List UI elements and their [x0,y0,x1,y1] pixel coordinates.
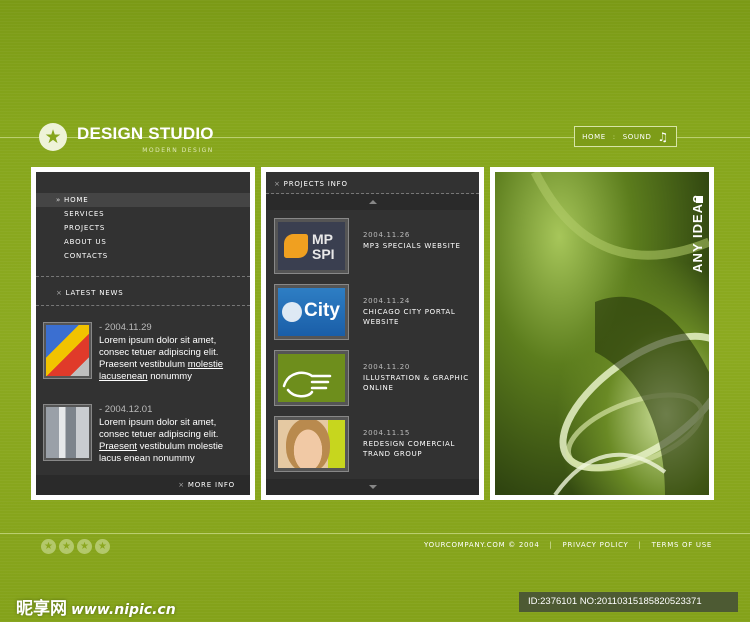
star-icon: ★ [95,539,110,554]
close-icon: × [178,481,185,489]
close-icon: × [56,289,63,297]
hand-illustration-icon [282,371,332,398]
city-logo-icon [282,302,302,322]
news-date: - 2004.11.29 [99,322,152,333]
menu-item-label: CONTACTS [64,252,109,260]
project-title: REDESIGN COMERCIAL TRAND GROUP [363,440,456,458]
project-item[interactable]: City 2004.11.24 CHICAGO CITY PORTAL WEBS… [274,284,473,342]
top-nav-home-link[interactable]: HOME [582,133,606,141]
top-nav: HOME : SOUND ♫ [574,126,677,147]
footer-separator: | [638,541,642,549]
hero-artwork [495,172,709,495]
top-nav-separator: : [612,132,616,141]
project-item[interactable]: MP SPI 2004.11.26 MP3 SPECIALS WEBSITE [274,218,473,276]
news-date: - 2004.12.01 [99,404,153,415]
arrow-right-icon: » [56,196,62,204]
project-thumbnail[interactable] [274,350,349,406]
more-info-label: MORE INFO [187,481,235,489]
hero-panel: ANY IDEA? [490,167,714,500]
star-icon: ★ [39,123,67,151]
rating-stars: ★ ★ ★ ★ [41,539,110,554]
divider [36,305,250,306]
menu-item-label: ABOUT US [64,238,107,246]
star-icon: ★ [77,539,92,554]
navigation-panel: » HOME SERVICES PROJECTS ABOUT US CONTAC… [31,167,255,500]
project-title: MP3 SPECIALS WEBSITE [363,242,461,250]
project-thumbnail[interactable] [274,416,349,472]
menu-item-label: HOME [64,196,89,204]
scroll-down-button[interactable] [266,479,479,495]
projects-heading: × PROJECTS INFO [274,180,348,188]
project-title: CHICAGO CITY PORTAL WEBSITE [363,308,456,326]
thumbnail-text: MP SPI [312,231,335,262]
menu-item-services[interactable]: SERVICES [36,207,250,221]
more-info-link[interactable]: × MORE INFO [178,481,235,489]
project-date: 2004.11.20 [363,363,411,371]
star-icon: ★ [59,539,74,554]
logo[interactable]: ★ DESIGN STUDIO MODERN DESIGN [39,123,214,154]
menu-item-label: PROJECTS [64,224,106,232]
watermark-url: www.nipic.cn [71,602,176,618]
privacy-policy-link[interactable]: PRIVACY POLICY [563,541,629,549]
news-thumbnail[interactable] [43,404,92,461]
site-title: DESIGN STUDIO [77,124,214,143]
watermark: 昵享网 www.nipic.cn [16,594,176,619]
abstract-rings-illustration [530,172,709,495]
chevron-down-icon [368,485,377,489]
news-thumbnail[interactable] [43,322,92,379]
menu-item-about-us[interactable]: ABOUT US [36,235,250,249]
star-icon: ★ [41,539,56,554]
project-date: 2004.11.24 [363,297,411,305]
terms-of-use-link[interactable]: TERMS OF USE [652,541,712,549]
main-menu: » HOME SERVICES PROJECTS ABOUT US CONTAC… [36,193,250,263]
latest-news-heading: × LATEST NEWS [56,289,123,297]
project-thumbnail[interactable]: City [274,284,349,340]
footer-divider [0,533,750,534]
project-thumbnail[interactable]: MP SPI [274,218,349,274]
project-date: 2004.11.26 [363,231,411,239]
image-id-badge: ID:2376101 NO:20110315185820523371 [519,592,738,612]
divider [36,276,250,277]
more-info-bar: × MORE INFO [36,475,250,495]
project-date: 2004.11.15 [363,429,411,437]
close-icon: × [274,180,281,188]
thumbnail-text: City [304,300,340,321]
tagline-marker [696,196,703,203]
project-title: ILLUSTRATION & GRAPHIC ONLINE [363,374,469,392]
footer-separator: | [549,541,553,549]
menu-item-projects[interactable]: PROJECTS [36,221,250,235]
news-text: Lorem ipsum dolor sit amet, consec tetue… [99,335,224,382]
project-item[interactable]: 2004.11.15 REDESIGN COMERCIAL TRAND GROU… [274,416,473,474]
site-subtitle: MODERN DESIGN [142,147,214,154]
latest-news-label: LATEST NEWS [65,289,124,297]
news-text: Lorem ipsum dolor sit amet, consec tetue… [99,417,224,464]
menu-item-home[interactable]: » HOME [36,193,250,207]
scroll-up-button[interactable] [266,194,479,210]
chevron-up-icon [368,200,377,204]
menu-item-contacts[interactable]: CONTACTS [36,249,250,263]
news-link[interactable]: Praesent [99,441,137,452]
music-note-icon[interactable]: ♫ [657,130,668,144]
top-nav-sound-link[interactable]: SOUND [623,133,652,141]
hero-tagline: ANY IDEA? [690,194,705,273]
project-item[interactable]: 2004.11.20 ILLUSTRATION & GRAPHIC ONLINE [274,350,473,408]
watermark-site: 昵享网 [16,599,67,619]
portrait-icon [286,420,330,468]
menu-item-label: SERVICES [64,210,105,218]
footer-links: YOURCOMPANY.COM © 2004 | PRIVACY POLICY … [424,541,712,549]
mp3-logo-icon [284,234,308,258]
projects-panel: × PROJECTS INFO MP SPI 2004.11.26 MP3 SPE… [261,167,484,500]
projects-heading-label: PROJECTS INFO [283,180,348,188]
copyright-text: YOURCOMPANY.COM © 2004 [424,541,540,549]
